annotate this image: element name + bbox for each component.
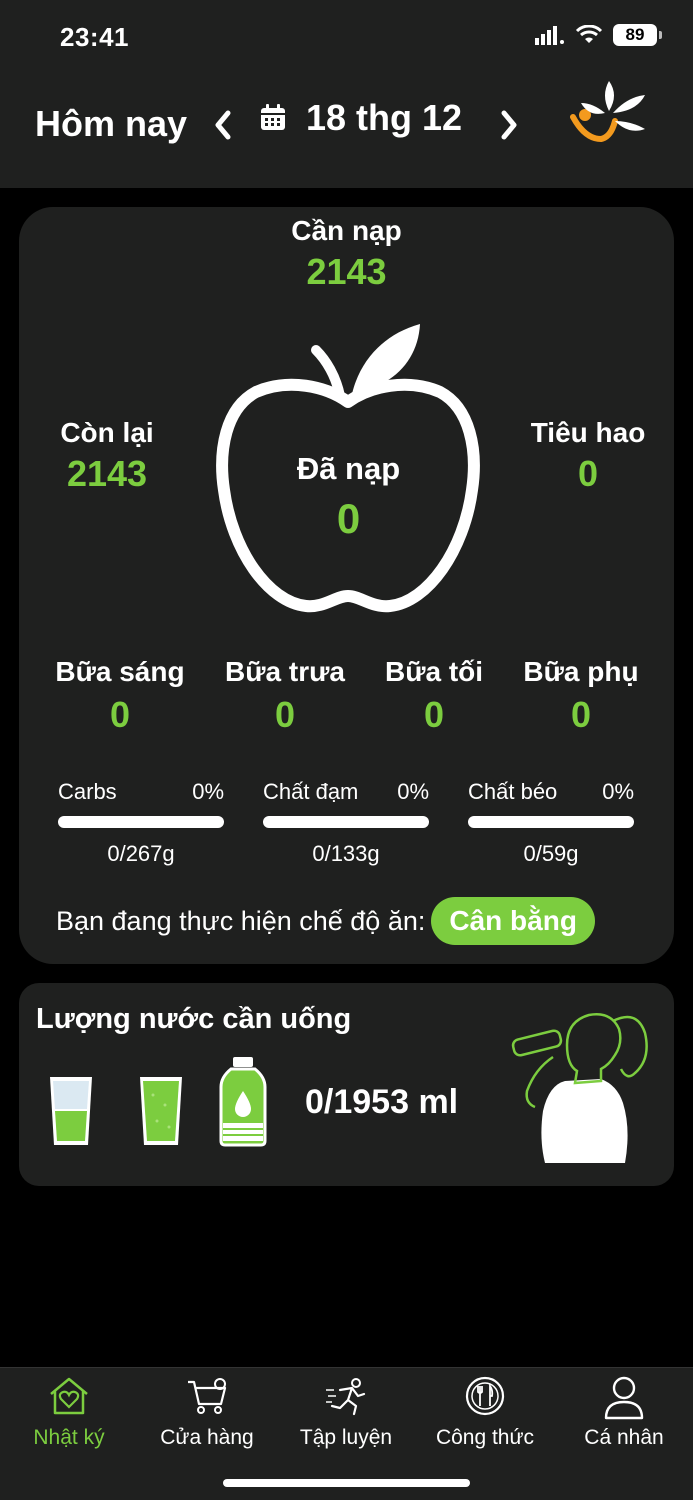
- water-glass-half-icon[interactable]: [47, 1075, 95, 1147]
- calendar-icon[interactable]: [258, 103, 288, 133]
- tab-label: Tập luyện: [299, 1426, 393, 1449]
- chevron-right-icon[interactable]: [494, 105, 524, 145]
- header: Hôm nay 18 thg 12: [0, 75, 693, 188]
- cart-icon: [188, 1378, 227, 1414]
- meal-breakfast[interactable]: Bữa sáng 0: [50, 656, 190, 736]
- tab-store[interactable]: Cửa hàng: [138, 1368, 276, 1468]
- meal-label: Bữa trưa: [225, 656, 345, 687]
- need-label: Cần nạp: [291, 215, 402, 246]
- app-logo-icon: [570, 81, 645, 143]
- tab-label: Cửa hàng: [160, 1426, 254, 1449]
- status-bar: 23:41 89: [0, 0, 693, 75]
- macro-label: Carbs: [58, 779, 117, 804]
- status-icons: 89: [535, 24, 662, 46]
- burned-value: 0: [577, 453, 599, 494]
- water-title: Lượng nước cần uống: [36, 1003, 352, 1035]
- tab-label: Công thức: [435, 1426, 535, 1449]
- wifi-icon: [575, 25, 603, 43]
- diet-row: Bạn đang thực hiện chế độ ăn: Cân bằng: [56, 897, 595, 945]
- macro-protein: Chất đạm 0% 0/133g: [263, 779, 429, 867]
- consumed-label: Đã nạp: [296, 451, 401, 486]
- macro-amount: 0/59g: [523, 841, 579, 866]
- macro-percent: 0%: [397, 779, 429, 804]
- status-time: 23:41: [60, 22, 129, 52]
- battery-indicator: 89: [613, 24, 662, 46]
- home-indicator[interactable]: [223, 1479, 470, 1487]
- macro-fat: Chất béo 0% 0/59g: [468, 779, 634, 867]
- meal-value: 0: [274, 694, 296, 735]
- macro-percent: 0%: [602, 779, 634, 804]
- remaining-value: 2143: [66, 453, 148, 494]
- macro-progress-bar: [58, 816, 224, 828]
- remaining-label: Còn lại: [60, 417, 154, 448]
- meal-snack[interactable]: Bữa phụ 0: [511, 656, 651, 736]
- macro-carbs: Carbs 0% 0/267g: [58, 779, 224, 867]
- macro-progress-bar: [468, 816, 634, 828]
- tab-label: Nhật ký: [33, 1426, 105, 1449]
- meal-value: 0: [109, 694, 131, 735]
- consumed-value: 0: [336, 495, 361, 542]
- meal-value: 0: [423, 694, 445, 735]
- tab-recipes[interactable]: Công thức: [416, 1368, 554, 1468]
- signal-icon: [535, 26, 564, 45]
- home-heart-icon: [50, 1377, 88, 1415]
- water-amount: 0/1953 ml: [305, 1083, 459, 1121]
- macro-label: Chất đạm: [263, 779, 359, 804]
- tab-workout[interactable]: Tập luyện: [277, 1368, 415, 1468]
- plate-cutlery-icon: [465, 1376, 505, 1416]
- consumed-block: Đã nạp 0: [216, 451, 481, 543]
- water-glass-full-icon[interactable]: [137, 1075, 185, 1147]
- meal-lunch[interactable]: Bữa trưa 0: [215, 656, 355, 736]
- burned-label: Tiêu hao: [530, 417, 646, 448]
- water-intake-card: Lượng nước cần uống 0/1953 ml: [19, 983, 674, 1186]
- burned-block: Tiêu hao 0: [513, 417, 663, 495]
- need-block: Cần nạp 2143: [19, 215, 674, 293]
- date-label[interactable]: 18 thg 12: [306, 97, 462, 139]
- macro-amount: 0/267g: [107, 841, 175, 866]
- chevron-left-icon[interactable]: [208, 105, 238, 145]
- tab-label: Cá nhân: [584, 1426, 664, 1449]
- macro-amount: 0/133g: [312, 841, 380, 866]
- meal-label: Bữa sáng: [55, 656, 185, 687]
- calorie-summary-card: Cần nạp 2143 Đã nạp 0 Còn lại 2143 Tiêu …: [19, 207, 674, 964]
- tab-profile[interactable]: Cá nhân: [555, 1368, 693, 1468]
- meal-value: 0: [570, 694, 592, 735]
- macro-label: Chất béo: [468, 779, 558, 804]
- page-title: Hôm nay: [35, 103, 188, 144]
- diet-label: Bạn đang thực hiện chế độ ăn:: [56, 905, 426, 936]
- macro-percent: 0%: [192, 779, 224, 804]
- need-value: 2143: [306, 251, 387, 292]
- meal-dinner[interactable]: Bữa tối 0: [364, 656, 504, 736]
- meal-label: Bữa phụ: [523, 656, 639, 687]
- remaining-block: Còn lại 2143: [37, 417, 177, 495]
- macro-progress-bar: [263, 816, 429, 828]
- tab-diary[interactable]: Nhật ký: [0, 1368, 138, 1468]
- person-icon: [604, 1376, 644, 1420]
- water-bottle-icon[interactable]: [219, 1055, 267, 1147]
- drinking-woman-icon: [511, 1013, 648, 1163]
- diet-badge[interactable]: Cân bằng: [431, 897, 595, 945]
- runner-icon: [326, 1378, 366, 1416]
- meal-label: Bữa tối: [384, 656, 484, 687]
